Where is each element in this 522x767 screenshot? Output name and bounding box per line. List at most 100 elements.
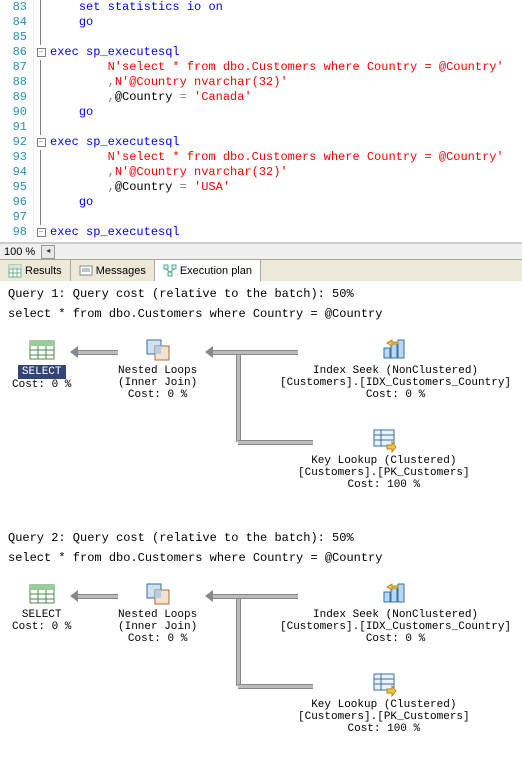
outline-gutter[interactable]: − — [34, 135, 48, 150]
code-line[interactable]: 87 N'select * from dbo.Customers where C… — [0, 60, 522, 75]
plan-arrow-head — [70, 346, 78, 358]
grid-icon — [8, 264, 22, 278]
code-text[interactable]: N'select * from dbo.Customers where Coun… — [48, 150, 504, 165]
code-text[interactable]: N'select * from dbo.Customers where Coun… — [48, 60, 504, 75]
plan-node-subtitle: [Customers].[IDX_Customers_Country] — [280, 621, 511, 633]
code-text[interactable]: ,@Country = 'Canada' — [48, 90, 252, 105]
plan-arrow-head — [205, 346, 213, 358]
plan-node-cost: Cost: 0 % — [118, 389, 197, 401]
line-number: 84 — [0, 15, 34, 30]
outline-gutter[interactable] — [34, 195, 48, 210]
code-line[interactable]: 90 go — [0, 105, 522, 120]
index-seek-icon — [381, 581, 411, 607]
collapse-minus-icon[interactable]: − — [37, 228, 46, 237]
line-number: 88 — [0, 75, 34, 90]
outline-gutter[interactable] — [34, 75, 48, 90]
outline-gutter[interactable] — [34, 60, 48, 75]
code-text[interactable]: go — [48, 15, 93, 30]
plan-node-subtitle: (Inner Join) — [118, 377, 197, 389]
results-tabstrip: Results Messages Execution plan — [0, 259, 522, 281]
code-text[interactable]: go — [48, 105, 93, 120]
code-line[interactable]: 88 ,N'@Country nvarchar(32)' — [0, 75, 522, 90]
code-text[interactable]: exec sp_executesql — [48, 225, 180, 240]
code-line[interactable]: 97 — [0, 210, 522, 225]
code-line[interactable]: 98−exec sp_executesql — [0, 225, 522, 240]
plan-arrow — [213, 594, 298, 599]
plan-node-key-lookup[interactable]: Key Lookup (Clustered)[Customers].[PK_Cu… — [298, 427, 470, 491]
line-number: 92 — [0, 135, 34, 150]
code-line[interactable]: 94 ,N'@Country nvarchar(32)' — [0, 165, 522, 180]
line-number: 83 — [0, 0, 34, 15]
outline-gutter[interactable]: − — [34, 225, 48, 240]
line-number: 95 — [0, 180, 34, 195]
zoom-level: 100 % — [4, 246, 35, 258]
line-number: 90 — [0, 105, 34, 120]
collapse-minus-icon[interactable]: − — [37, 138, 46, 147]
outline-gutter[interactable] — [34, 105, 48, 120]
plan-node-subtitle: [Customers].[PK_Customers] — [298, 467, 470, 479]
line-number: 87 — [0, 60, 34, 75]
code-editor[interactable]: 83 set statistics io on84 go8586−exec sp… — [0, 0, 522, 243]
plan-node-title: Index Seek (NonClustered) — [280, 365, 511, 377]
outline-gutter[interactable] — [34, 165, 48, 180]
code-text[interactable] — [48, 120, 50, 135]
execution-plan-pane[interactable]: Query 1: Query cost (relative to the bat… — [0, 281, 522, 767]
plan-node-index-seek[interactable]: Index Seek (NonClustered)[Customers].[ID… — [280, 337, 511, 401]
code-text[interactable]: ,@Country = 'USA' — [48, 180, 230, 195]
plan-node-nested-loops[interactable]: Nested Loops(Inner Join)Cost: 0 % — [118, 581, 197, 645]
collapse-minus-icon[interactable]: − — [37, 48, 46, 57]
outline-gutter[interactable] — [34, 30, 48, 45]
code-line[interactable]: 95 ,@Country = 'USA' — [0, 180, 522, 195]
plan-node-index-seek[interactable]: Index Seek (NonClustered)[Customers].[ID… — [280, 581, 511, 645]
plan-node-subtitle: [Customers].[IDX_Customers_Country] — [280, 377, 511, 389]
join-icon — [143, 337, 173, 363]
plan-node-nested-loops[interactable]: Nested Loops(Inner Join)Cost: 0 % — [118, 337, 197, 401]
code-text[interactable]: exec sp_executesql — [48, 45, 180, 60]
plan-node-key-lookup[interactable]: Key Lookup (Clustered)[Customers].[PK_Cu… — [298, 671, 470, 735]
plan-node-cost: Cost: 0 % — [280, 389, 511, 401]
outline-gutter[interactable] — [34, 150, 48, 165]
code-line[interactable]: 86−exec sp_executesql — [0, 45, 522, 60]
outline-gutter[interactable]: − — [34, 45, 48, 60]
code-text[interactable]: go — [48, 195, 93, 210]
code-text[interactable]: ,N'@Country nvarchar(32)' — [48, 75, 288, 90]
table-icon — [27, 581, 57, 607]
code-text[interactable] — [48, 210, 50, 225]
outline-gutter[interactable] — [34, 180, 48, 195]
plan-diagram[interactable]: SELECTCost: 0 % Nested Loops(Inner Join)C… — [8, 327, 514, 507]
code-text[interactable] — [48, 30, 50, 45]
join-icon — [143, 581, 173, 607]
code-text[interactable]: exec sp_executesql — [48, 135, 180, 150]
index-seek-icon — [381, 337, 411, 363]
plan-node-select[interactable]: SELECTCost: 0 % — [12, 337, 71, 391]
code-line[interactable]: 91 — [0, 120, 522, 135]
outline-gutter[interactable] — [34, 210, 48, 225]
plan-diagram[interactable]: SELECTCost: 0 % Nested Loops(Inner Join)C… — [8, 571, 514, 751]
tab-messages[interactable]: Messages — [71, 260, 155, 281]
code-line[interactable]: 84 go — [0, 15, 522, 30]
plan-query-header: select * from dbo.Customers where Countr… — [8, 307, 514, 321]
line-number: 93 — [0, 150, 34, 165]
tab-execution-plan[interactable]: Execution plan — [155, 260, 261, 282]
outline-gutter[interactable] — [34, 15, 48, 30]
code-line[interactable]: 83 set statistics io on — [0, 0, 522, 15]
code-line[interactable]: 92−exec sp_executesql — [0, 135, 522, 150]
code-line[interactable]: 85 — [0, 30, 522, 45]
plan-node-select[interactable]: SELECTCost: 0 % — [12, 581, 71, 633]
key-lookup-icon — [369, 427, 399, 453]
scroll-left-button[interactable]: ◂ — [41, 245, 55, 259]
code-line[interactable]: 96 go — [0, 195, 522, 210]
code-text[interactable]: set statistics io on — [48, 0, 223, 15]
outline-gutter[interactable] — [34, 0, 48, 15]
plan-arrow — [78, 594, 118, 599]
code-line[interactable]: 89 ,@Country = 'Canada' — [0, 90, 522, 105]
zoom-bar: 100 % ◂ — [0, 243, 522, 259]
code-text[interactable]: ,N'@Country nvarchar(32)' — [48, 165, 288, 180]
tab-execution-plan-label: Execution plan — [180, 265, 252, 277]
tab-results-label: Results — [25, 265, 62, 277]
tab-results[interactable]: Results — [0, 260, 71, 281]
outline-gutter[interactable] — [34, 90, 48, 105]
code-line[interactable]: 93 N'select * from dbo.Customers where C… — [0, 150, 522, 165]
outline-gutter[interactable] — [34, 120, 48, 135]
line-number: 97 — [0, 210, 34, 225]
